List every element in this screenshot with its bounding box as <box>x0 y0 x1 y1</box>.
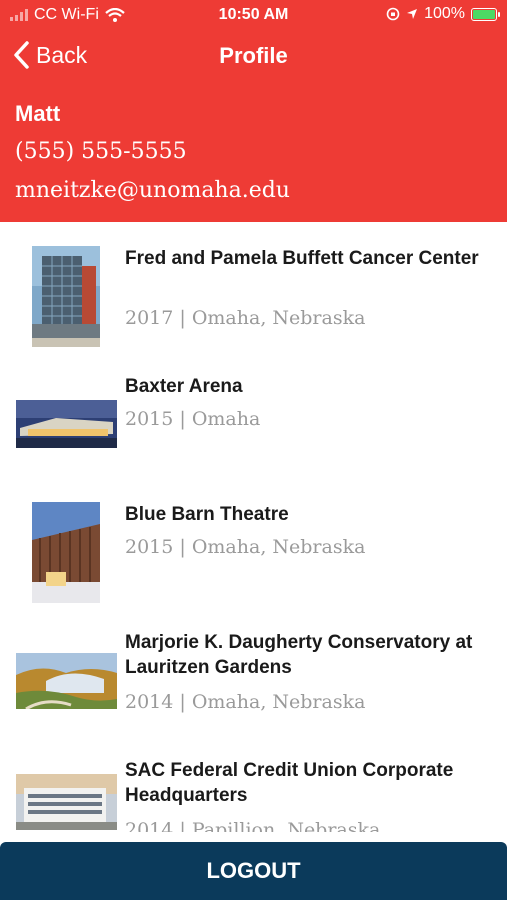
project-row[interactable]: Blue Barn Theatre 2015 | Omaha, Nebraska <box>0 478 507 606</box>
status-right-group: 100% <box>386 5 500 23</box>
project-thumbnail <box>16 653 117 709</box>
project-meta: 2015 | Omaha, Nebraska <box>125 536 366 558</box>
project-row[interactable]: SAC Federal Credit Union Corporate Headq… <box>0 734 507 832</box>
logout-button[interactable]: LOGOUT <box>0 842 507 900</box>
project-row[interactable]: Fred and Pamela Buffett Cancer Center 20… <box>0 222 507 350</box>
project-name: Fred and Pamela Buffett Cancer Center <box>125 248 479 269</box>
project-thumbnail <box>32 246 100 347</box>
project-name: Blue Barn Theatre <box>125 504 289 525</box>
project-meta: 2014 | Omaha, Nebraska <box>125 691 366 713</box>
project-thumbnail <box>16 774 117 830</box>
orientation-lock-icon <box>386 7 400 21</box>
project-name: Baxter Arena <box>125 376 243 397</box>
status-bar: CC Wi-Fi 10:50 AM 100% <box>0 0 507 30</box>
project-row[interactable]: Baxter Arena 2015 | Omaha <box>0 350 507 478</box>
project-meta: 2015 | Omaha <box>125 408 261 430</box>
project-meta: 2017 | Omaha, Nebraska <box>125 307 366 329</box>
project-thumbnail <box>16 400 117 448</box>
project-row[interactable]: Marjorie K. Daugherty Conservatory at La… <box>0 606 507 734</box>
project-name: SAC Federal Credit Union Corporate Headq… <box>125 760 454 806</box>
page-title: Profile <box>219 43 288 68</box>
project-name: Marjorie K. Daugherty Conservatory at La… <box>125 632 473 678</box>
profile-name: Matt <box>15 101 61 126</box>
project-meta: 2014 | Papillion, Nebraska <box>125 819 381 832</box>
location-icon <box>407 9 418 19</box>
project-thumbnail <box>32 502 100 603</box>
profile-phone[interactable]: (555) 555-5555 <box>15 139 187 164</box>
profile-header: CC Wi-Fi 10:50 AM 100% Back Profile Matt… <box>0 0 507 222</box>
nav-bar: Back Profile <box>0 40 507 76</box>
project-list[interactable]: Fred and Pamela Buffett Cancer Center 20… <box>0 222 507 832</box>
profile-email[interactable]: mneitzke@unomaha.edu <box>15 178 290 203</box>
battery-icon <box>471 7 500 21</box>
battery-percent: 100% <box>424 5 465 22</box>
